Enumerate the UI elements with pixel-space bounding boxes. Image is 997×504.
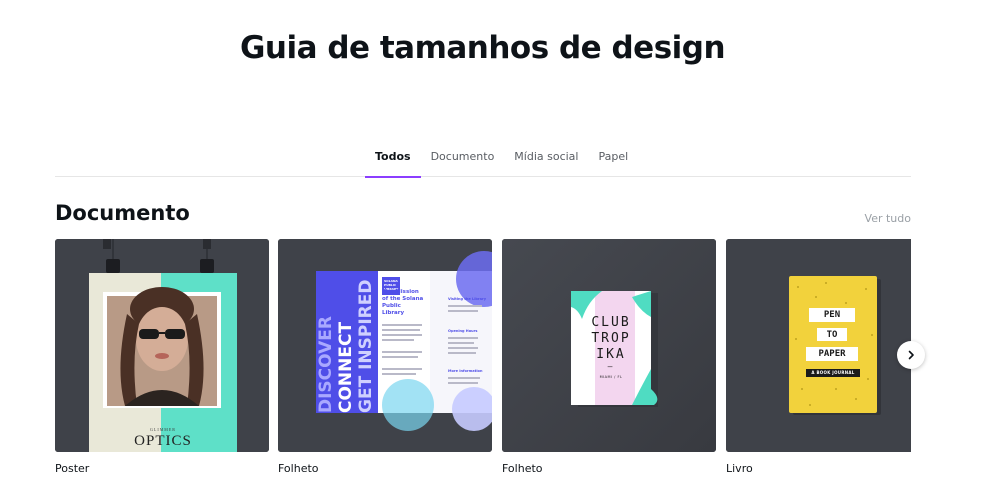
flyer-line: IKA	[596, 347, 626, 362]
card-label: Folheto	[278, 462, 319, 475]
brochure-illustration	[278, 239, 492, 452]
category-tabs: Todos Documento Mídia social Papel	[55, 142, 911, 178]
template-carousel: GLIMMER OPTICS Poster SOLANA PUBLIC LIBR…	[55, 239, 911, 489]
flyer-title: CLUB TROP IKA —	[571, 315, 651, 371]
section-title: Documento	[55, 201, 190, 225]
tab-documento[interactable]: Documento	[421, 142, 505, 177]
poster-brand-small: GLIMMER	[150, 427, 176, 432]
flyer-line: TROP	[591, 331, 631, 346]
card-folheto-flyer[interactable]: CLUB TROP IKA — MIAMI / FL Folheto	[502, 239, 716, 475]
tab-papel[interactable]: Papel	[588, 142, 638, 177]
tab-midia-social[interactable]: Mídia social	[504, 142, 588, 177]
card-label: Folheto	[502, 462, 543, 475]
card-label: Poster	[55, 462, 90, 475]
book-illustration	[726, 239, 911, 452]
poster-illustration	[55, 239, 269, 452]
card-label: Livro	[726, 462, 753, 475]
flyer-dash: —	[607, 362, 615, 371]
flyer-line: CLUB	[591, 315, 631, 330]
brochure-mission-title: The Mission of the Solana Public Library	[382, 289, 424, 316]
book-line: PEN	[823, 310, 841, 320]
tab-todos[interactable]: Todos	[365, 142, 421, 178]
page-title: Guia de tamanhos de design	[239, 30, 726, 66]
book-thumbnail[interactable]: PEN TO PAPER A BOOK JOURNAL	[726, 239, 911, 452]
see-all-link[interactable]: Ver tudo	[865, 212, 911, 225]
book-line: PAPER	[818, 349, 846, 359]
flyer-location: MIAMI / FL	[599, 375, 623, 379]
card-livro[interactable]: PEN TO PAPER A BOOK JOURNAL Livro	[726, 239, 911, 475]
brochure-spine-word: CONNECT	[336, 321, 356, 413]
book-line: TO	[826, 330, 838, 340]
brochure-thumbnail[interactable]: SOLANA PUBLIC LIBRARY The Mission of the…	[278, 239, 492, 452]
poster-brand: OPTICS	[134, 433, 192, 449]
brochure-more-info: More Information	[448, 369, 483, 373]
card-poster[interactable]: GLIMMER OPTICS Poster	[55, 239, 269, 475]
brochure-spine-word: DISCOVER	[316, 315, 336, 413]
card-folheto-brochure[interactable]: SOLANA PUBLIC LIBRARY The Mission of the…	[278, 239, 492, 475]
chevron-right-icon	[908, 350, 914, 360]
brochure-spine-text: DISCOVER CONNECT GET INSPIRED	[316, 271, 378, 413]
book-subtitle: A BOOK JOURNAL	[811, 370, 855, 375]
brochure-visiting: Visiting the Library	[448, 297, 487, 301]
carousel-next-button[interactable]	[897, 341, 925, 369]
brochure-spine-word: GET INSPIRED	[356, 279, 376, 413]
poster-thumbnail[interactable]: GLIMMER OPTICS	[55, 239, 269, 452]
brochure-hours: Opening Hours	[448, 329, 478, 333]
flyer-thumbnail[interactable]: CLUB TROP IKA — MIAMI / FL	[502, 239, 716, 452]
